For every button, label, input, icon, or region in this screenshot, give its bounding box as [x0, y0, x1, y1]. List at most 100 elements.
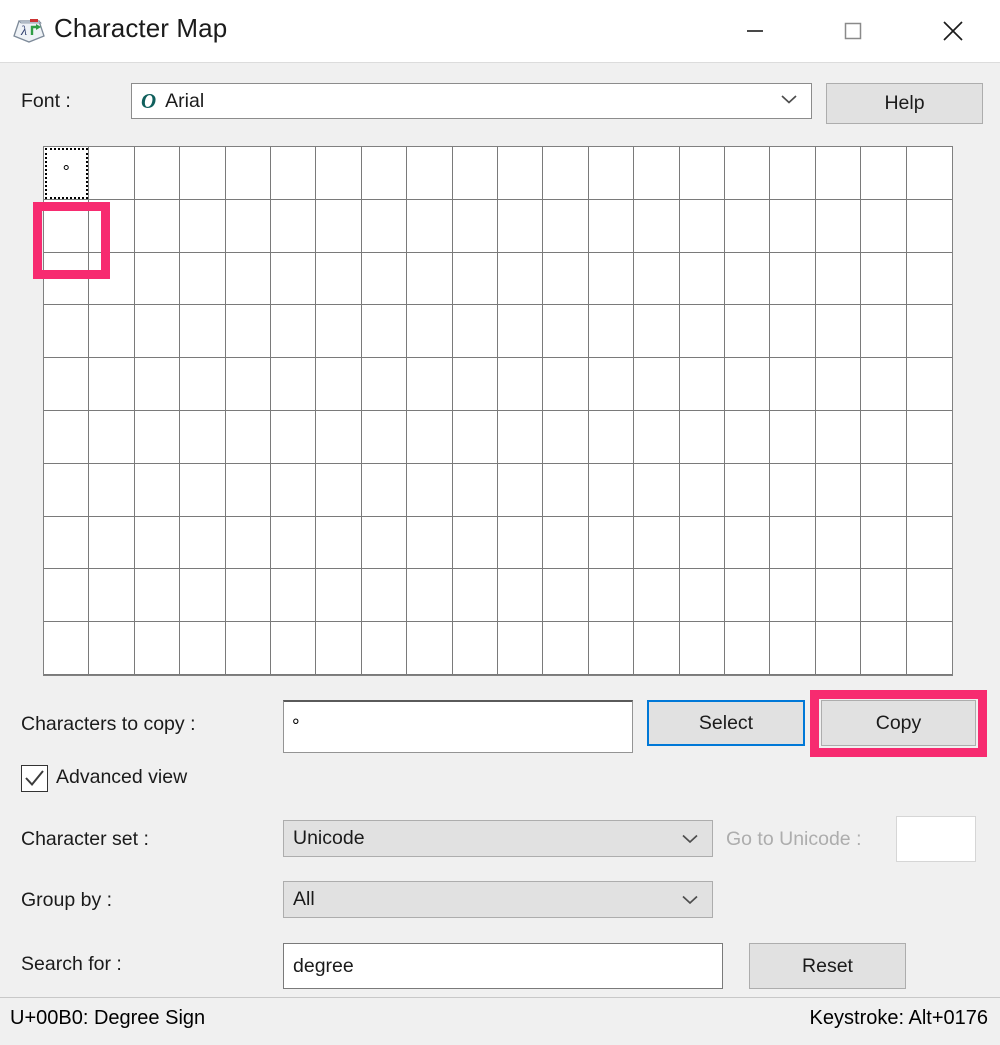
character-cell[interactable]	[543, 305, 589, 359]
character-cell[interactable]	[44, 569, 90, 623]
character-cell[interactable]	[543, 147, 589, 200]
character-cell[interactable]	[44, 622, 90, 675]
character-cell[interactable]	[725, 199, 771, 253]
character-cell[interactable]	[679, 358, 725, 411]
character-cell[interactable]	[180, 252, 226, 306]
close-button[interactable]	[920, 0, 986, 62]
character-cell[interactable]	[225, 358, 271, 411]
character-cell[interactable]	[271, 410, 317, 464]
font-combobox[interactable]: O Arial	[131, 83, 812, 119]
character-cell[interactable]	[634, 622, 680, 675]
character-cell[interactable]	[725, 358, 771, 411]
character-cell[interactable]	[89, 147, 135, 200]
character-cell[interactable]	[498, 358, 544, 411]
character-cell[interactable]	[906, 569, 952, 623]
character-cell[interactable]	[588, 622, 635, 675]
search-input[interactable]	[283, 943, 723, 989]
character-cell[interactable]	[452, 147, 498, 200]
character-cell[interactable]	[225, 147, 271, 200]
character-cell[interactable]	[134, 305, 181, 359]
character-cell[interactable]	[679, 199, 725, 253]
character-cell[interactable]	[906, 147, 952, 200]
character-cell[interactable]	[588, 516, 635, 570]
character-cell[interactable]	[271, 622, 317, 675]
character-cell[interactable]	[180, 410, 226, 464]
character-cell[interactable]	[452, 358, 498, 411]
character-cell[interactable]	[225, 622, 271, 675]
character-cell[interactable]	[407, 516, 453, 570]
character-cell[interactable]	[498, 252, 544, 306]
character-cell[interactable]	[44, 252, 90, 306]
character-cell[interactable]	[815, 410, 862, 464]
character-cell[interactable]	[861, 516, 907, 570]
character-cell[interactable]	[407, 305, 453, 359]
character-cell[interactable]	[679, 410, 725, 464]
character-cell[interactable]	[271, 463, 317, 517]
character-cell[interactable]	[452, 252, 498, 306]
character-cell[interactable]	[361, 516, 408, 570]
character-cell[interactable]	[815, 463, 862, 517]
character-cell[interactable]	[452, 516, 498, 570]
character-cell[interactable]	[361, 622, 408, 675]
character-cell-selected[interactable]: °	[44, 147, 90, 200]
character-cell[interactable]	[906, 463, 952, 517]
character-cell[interactable]	[679, 305, 725, 359]
copy-button[interactable]: Copy	[821, 700, 976, 746]
character-cell[interactable]	[498, 147, 544, 200]
character-cell[interactable]	[543, 358, 589, 411]
character-cell[interactable]	[861, 199, 907, 253]
character-cell[interactable]	[407, 569, 453, 623]
character-set-dropdown[interactable]: Unicode	[283, 820, 713, 857]
character-cell[interactable]	[770, 622, 816, 675]
character-cell[interactable]	[543, 199, 589, 253]
character-cell[interactable]	[906, 252, 952, 306]
character-cell[interactable]	[906, 516, 952, 570]
character-cell[interactable]	[180, 516, 226, 570]
character-cell[interactable]	[770, 147, 816, 200]
character-cell[interactable]	[634, 410, 680, 464]
character-cell[interactable]	[407, 199, 453, 253]
characters-to-copy-input[interactable]	[283, 700, 633, 753]
character-cell[interactable]	[588, 410, 635, 464]
character-cell[interactable]	[588, 358, 635, 411]
character-cell[interactable]	[861, 463, 907, 517]
character-cell[interactable]	[361, 305, 408, 359]
character-cell[interactable]	[44, 516, 90, 570]
character-cell[interactable]	[815, 147, 862, 200]
character-cell[interactable]	[725, 463, 771, 517]
character-cell[interactable]	[44, 358, 90, 411]
character-cell[interactable]	[543, 410, 589, 464]
character-cell[interactable]	[498, 463, 544, 517]
reset-button[interactable]: Reset	[749, 943, 906, 989]
character-cell[interactable]	[679, 252, 725, 306]
character-cell[interactable]	[180, 463, 226, 517]
character-grid[interactable]: °	[43, 146, 953, 676]
character-cell[interactable]	[134, 569, 181, 623]
character-cell[interactable]	[271, 252, 317, 306]
character-cell[interactable]	[679, 622, 725, 675]
character-cell[interactable]	[316, 147, 362, 200]
character-cell[interactable]	[679, 516, 725, 570]
character-cell[interactable]	[44, 410, 90, 464]
character-cell[interactable]	[815, 622, 862, 675]
character-cell[interactable]	[44, 463, 90, 517]
character-cell[interactable]	[89, 463, 135, 517]
character-cell[interactable]	[89, 516, 135, 570]
character-cell[interactable]	[316, 569, 362, 623]
character-cell[interactable]	[634, 199, 680, 253]
character-cell[interactable]	[89, 199, 135, 253]
character-cell[interactable]	[225, 410, 271, 464]
character-cell[interactable]	[361, 410, 408, 464]
character-cell[interactable]	[770, 305, 816, 359]
character-cell[interactable]	[452, 463, 498, 517]
character-cell[interactable]	[679, 147, 725, 200]
character-cell[interactable]	[906, 199, 952, 253]
character-cell[interactable]	[225, 463, 271, 517]
character-cell[interactable]	[407, 252, 453, 306]
character-cell[interactable]	[543, 622, 589, 675]
character-cell[interactable]	[725, 147, 771, 200]
character-cell[interactable]	[770, 199, 816, 253]
character-cell[interactable]	[89, 358, 135, 411]
character-cell[interactable]	[316, 622, 362, 675]
character-cell[interactable]	[498, 199, 544, 253]
